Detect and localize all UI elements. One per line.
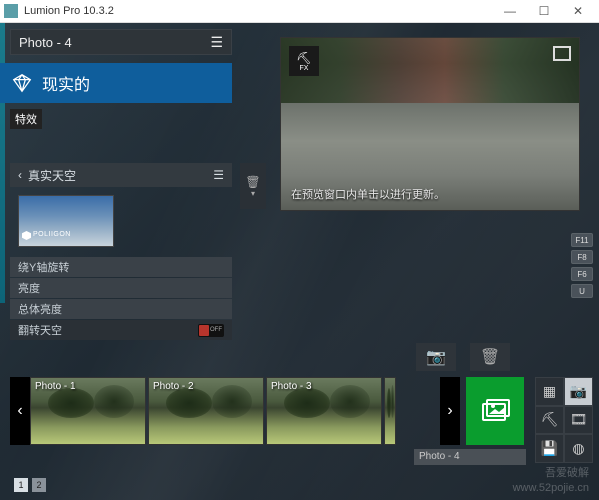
filmstrip: ‹ Photo - 1 Photo - 2 Photo - 3 › (10, 377, 460, 445)
thumb-2[interactable]: Photo - 2 (148, 377, 264, 445)
effect-sliders: 绕Y轴旋转 亮度 总体亮度 翻转天空 OFF (10, 257, 232, 340)
watermark-line1: 吾爱破解 (513, 466, 589, 480)
tool-model[interactable]: ▦ (535, 377, 564, 406)
tool-panorama[interactable]: ◍ (564, 434, 593, 463)
preview-viewport[interactable]: ⛏ FX 在预览窗口内单击以进行更新。 (280, 37, 580, 211)
style-label: 现实的 (42, 71, 90, 95)
maximize-button[interactable]: ☐ (527, 0, 561, 22)
pager: 1 2 (14, 478, 46, 492)
thumb-label: Photo - 3 (271, 381, 312, 392)
page-1[interactable]: 1 (14, 478, 28, 492)
filmstrip-thumbs: Photo - 1 Photo - 2 Photo - 3 (30, 377, 440, 445)
camera-button[interactable]: 📷 (416, 343, 456, 371)
chevron-down-icon: ▾ (251, 189, 255, 198)
slider-overall-brightness[interactable]: 总体亮度 (10, 299, 232, 319)
hexagon-icon (22, 231, 31, 240)
style-banner[interactable]: 现实的 (0, 63, 232, 103)
slider-rotation[interactable]: 绕Y轴旋转 (10, 257, 232, 277)
effect-header[interactable]: ‹ 真实天空 ☰ (10, 163, 232, 187)
preview-hint: 在预览窗口内单击以进行更新。 (291, 186, 445, 202)
window-title: Lumion Pro 10.3.2 (24, 5, 493, 17)
fx-badge[interactable]: ⛏ FX (289, 46, 319, 76)
trash-icon: 🗑 (480, 347, 500, 367)
key-f11[interactable]: F11 (571, 233, 593, 247)
camera-icon: 📷 (426, 347, 446, 367)
delete-photo-button[interactable]: 🗑 (470, 343, 510, 371)
key-f6[interactable]: F6 (571, 267, 593, 281)
app-body: Photo - 4 ☰ 现实的 特效 ‹ 真实天空 ☰ 🗑 ▾ POLIIGON… (0, 23, 599, 500)
thumb-label: Photo - 1 (35, 381, 76, 392)
film-icon: 🎞 (570, 411, 588, 428)
watermark-line2: www.52pojie.cn (513, 481, 589, 495)
panel-title: Photo - 4 (19, 35, 210, 50)
filmstrip-next-button[interactable]: › (440, 377, 460, 445)
slider-brightness[interactable]: 亮度 (10, 278, 232, 298)
tool-save[interactable]: 💾 (535, 434, 564, 463)
close-button[interactable]: ✕ (561, 0, 595, 22)
page-2[interactable]: 2 (32, 478, 46, 492)
save-icon: 💾 (541, 440, 558, 457)
chevron-left-icon: ‹ (18, 168, 22, 182)
thumb-4[interactable] (384, 377, 396, 445)
watermark: 吾爱破解 www.52pojie.cn (513, 466, 589, 495)
thumb-3[interactable]: Photo - 3 (266, 377, 382, 445)
frame-icon[interactable] (553, 46, 571, 61)
toggle-label: 翻转天空 (18, 322, 198, 338)
toggle-switch[interactable]: OFF (198, 324, 224, 337)
trash-icon: 🗑 (245, 175, 260, 189)
key-f8[interactable]: F8 (571, 250, 593, 264)
key-u[interactable]: U (571, 284, 593, 298)
camera-icon: 📷 (570, 383, 587, 400)
filmstrip-prev-button[interactable]: ‹ (10, 377, 30, 445)
app-logo-icon (4, 4, 18, 18)
delete-effect-button[interactable]: 🗑 ▾ (240, 163, 266, 209)
titlebar: Lumion Pro 10.3.2 — ☐ ✕ (0, 0, 599, 23)
tool-photo[interactable]: 📷 (564, 377, 593, 406)
cube-icon: ▦ (543, 383, 556, 400)
hotkey-buttons: F11 F8 F6 U (571, 233, 593, 298)
sky-brand: POLIIGON (33, 231, 71, 238)
tool-movie[interactable]: 🎞 (564, 406, 593, 435)
pictures-icon (479, 398, 511, 424)
panel-menu-icon[interactable]: ☰ (210, 34, 223, 51)
effect-menu-icon[interactable]: ☰ (213, 168, 224, 182)
thumb-1[interactable]: Photo - 1 (30, 377, 146, 445)
thumb-label: Photo - 2 (153, 381, 194, 392)
effect-name: 真实天空 (28, 167, 76, 184)
add-picture-button[interactable] (466, 377, 524, 445)
fx-badge-label: FX (300, 65, 309, 72)
worker-icon: ⛏ (541, 411, 559, 428)
sky-thumbnail[interactable]: POLIIGON (18, 195, 114, 247)
toggle-flip-sky[interactable]: 翻转天空 OFF (10, 320, 232, 340)
panel-header: Photo - 4 ☰ (10, 29, 232, 55)
tool-build[interactable]: ⛏ (535, 406, 564, 435)
minimize-button[interactable]: — (493, 0, 527, 22)
worker-icon: ⛏ (296, 51, 311, 65)
thumb-caption: Photo - 4 (414, 449, 526, 465)
diamond-icon (12, 73, 32, 93)
mode-toolbar: ▦ 📷 ⛏ 🎞 💾 ◍ (535, 377, 593, 463)
fx-tab[interactable]: 特效 (10, 109, 42, 129)
globe-icon: ◍ (572, 440, 584, 457)
